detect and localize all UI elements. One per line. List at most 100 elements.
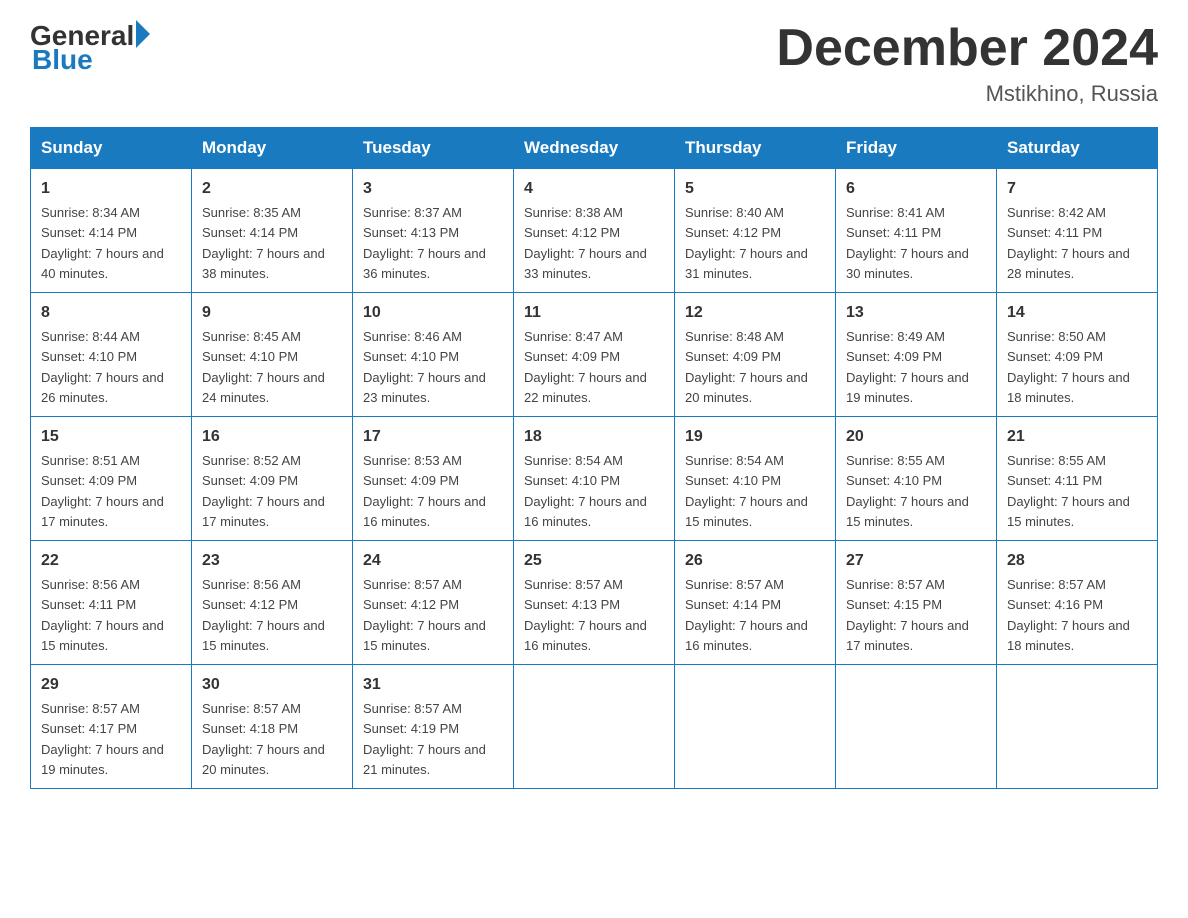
- day-cell: 29 Sunrise: 8:57 AMSunset: 4:17 PMDaylig…: [31, 665, 192, 789]
- week-row-2: 8 Sunrise: 8:44 AMSunset: 4:10 PMDayligh…: [31, 293, 1158, 417]
- day-cell: 5 Sunrise: 8:40 AMSunset: 4:12 PMDayligh…: [675, 169, 836, 293]
- day-cell: 21 Sunrise: 8:55 AMSunset: 4:11 PMDaylig…: [997, 417, 1158, 541]
- day-number: 12: [685, 301, 825, 325]
- weekday-header-monday: Monday: [192, 128, 353, 169]
- day-cell: 26 Sunrise: 8:57 AMSunset: 4:14 PMDaylig…: [675, 541, 836, 665]
- day-info: Sunrise: 8:57 AMSunset: 4:12 PMDaylight:…: [363, 577, 486, 653]
- day-info: Sunrise: 8:35 AMSunset: 4:14 PMDaylight:…: [202, 205, 325, 281]
- week-row-1: 1 Sunrise: 8:34 AMSunset: 4:14 PMDayligh…: [31, 169, 1158, 293]
- month-title: December 2024: [776, 20, 1158, 77]
- day-cell: 8 Sunrise: 8:44 AMSunset: 4:10 PMDayligh…: [31, 293, 192, 417]
- day-cell: 4 Sunrise: 8:38 AMSunset: 4:12 PMDayligh…: [514, 169, 675, 293]
- calendar-table: SundayMondayTuesdayWednesdayThursdayFrid…: [30, 127, 1158, 789]
- logo-arrow-icon: [136, 20, 150, 48]
- day-cell: 15 Sunrise: 8:51 AMSunset: 4:09 PMDaylig…: [31, 417, 192, 541]
- day-cell: 19 Sunrise: 8:54 AMSunset: 4:10 PMDaylig…: [675, 417, 836, 541]
- day-info: Sunrise: 8:45 AMSunset: 4:10 PMDaylight:…: [202, 329, 325, 405]
- logo: General Blue: [30, 20, 150, 76]
- weekday-header-row: SundayMondayTuesdayWednesdayThursdayFrid…: [31, 128, 1158, 169]
- day-number: 11: [524, 301, 664, 325]
- day-info: Sunrise: 8:34 AMSunset: 4:14 PMDaylight:…: [41, 205, 164, 281]
- day-cell: 20 Sunrise: 8:55 AMSunset: 4:10 PMDaylig…: [836, 417, 997, 541]
- day-info: Sunrise: 8:57 AMSunset: 4:17 PMDaylight:…: [41, 701, 164, 777]
- weekday-header-tuesday: Tuesday: [353, 128, 514, 169]
- day-cell: 14 Sunrise: 8:50 AMSunset: 4:09 PMDaylig…: [997, 293, 1158, 417]
- day-number: 29: [41, 673, 181, 697]
- day-cell: 23 Sunrise: 8:56 AMSunset: 4:12 PMDaylig…: [192, 541, 353, 665]
- day-info: Sunrise: 8:57 AMSunset: 4:14 PMDaylight:…: [685, 577, 808, 653]
- day-cell: 11 Sunrise: 8:47 AMSunset: 4:09 PMDaylig…: [514, 293, 675, 417]
- day-info: Sunrise: 8:40 AMSunset: 4:12 PMDaylight:…: [685, 205, 808, 281]
- weekday-header-thursday: Thursday: [675, 128, 836, 169]
- day-cell: 6 Sunrise: 8:41 AMSunset: 4:11 PMDayligh…: [836, 169, 997, 293]
- day-info: Sunrise: 8:54 AMSunset: 4:10 PMDaylight:…: [524, 453, 647, 529]
- day-info: Sunrise: 8:56 AMSunset: 4:11 PMDaylight:…: [41, 577, 164, 653]
- day-cell: 13 Sunrise: 8:49 AMSunset: 4:09 PMDaylig…: [836, 293, 997, 417]
- day-cell: 3 Sunrise: 8:37 AMSunset: 4:13 PMDayligh…: [353, 169, 514, 293]
- day-info: Sunrise: 8:55 AMSunset: 4:10 PMDaylight:…: [846, 453, 969, 529]
- day-cell: 22 Sunrise: 8:56 AMSunset: 4:11 PMDaylig…: [31, 541, 192, 665]
- day-number: 7: [1007, 177, 1147, 201]
- day-info: Sunrise: 8:54 AMSunset: 4:10 PMDaylight:…: [685, 453, 808, 529]
- day-number: 22: [41, 549, 181, 573]
- day-info: Sunrise: 8:57 AMSunset: 4:18 PMDaylight:…: [202, 701, 325, 777]
- day-number: 18: [524, 425, 664, 449]
- day-number: 6: [846, 177, 986, 201]
- day-info: Sunrise: 8:57 AMSunset: 4:19 PMDaylight:…: [363, 701, 486, 777]
- title-block: December 2024 Mstikhino, Russia: [776, 20, 1158, 107]
- day-info: Sunrise: 8:47 AMSunset: 4:09 PMDaylight:…: [524, 329, 647, 405]
- day-info: Sunrise: 8:48 AMSunset: 4:09 PMDaylight:…: [685, 329, 808, 405]
- day-info: Sunrise: 8:56 AMSunset: 4:12 PMDaylight:…: [202, 577, 325, 653]
- day-cell: 30 Sunrise: 8:57 AMSunset: 4:18 PMDaylig…: [192, 665, 353, 789]
- day-number: 4: [524, 177, 664, 201]
- day-number: 15: [41, 425, 181, 449]
- day-number: 27: [846, 549, 986, 573]
- location: Mstikhino, Russia: [776, 81, 1158, 107]
- day-cell: 9 Sunrise: 8:45 AMSunset: 4:10 PMDayligh…: [192, 293, 353, 417]
- day-number: 23: [202, 549, 342, 573]
- day-number: 1: [41, 177, 181, 201]
- week-row-3: 15 Sunrise: 8:51 AMSunset: 4:09 PMDaylig…: [31, 417, 1158, 541]
- weekday-header-wednesday: Wednesday: [514, 128, 675, 169]
- day-number: 5: [685, 177, 825, 201]
- day-info: Sunrise: 8:53 AMSunset: 4:09 PMDaylight:…: [363, 453, 486, 529]
- day-info: Sunrise: 8:38 AMSunset: 4:12 PMDaylight:…: [524, 205, 647, 281]
- day-number: 30: [202, 673, 342, 697]
- day-cell: 18 Sunrise: 8:54 AMSunset: 4:10 PMDaylig…: [514, 417, 675, 541]
- day-number: 21: [1007, 425, 1147, 449]
- day-number: 26: [685, 549, 825, 573]
- day-info: Sunrise: 8:57 AMSunset: 4:16 PMDaylight:…: [1007, 577, 1130, 653]
- day-cell: 10 Sunrise: 8:46 AMSunset: 4:10 PMDaylig…: [353, 293, 514, 417]
- day-cell: [675, 665, 836, 789]
- day-info: Sunrise: 8:55 AMSunset: 4:11 PMDaylight:…: [1007, 453, 1130, 529]
- day-cell: 16 Sunrise: 8:52 AMSunset: 4:09 PMDaylig…: [192, 417, 353, 541]
- day-cell: 12 Sunrise: 8:48 AMSunset: 4:09 PMDaylig…: [675, 293, 836, 417]
- day-cell: [514, 665, 675, 789]
- page-header: General Blue December 2024 Mstikhino, Ru…: [30, 20, 1158, 107]
- day-cell: 2 Sunrise: 8:35 AMSunset: 4:14 PMDayligh…: [192, 169, 353, 293]
- day-number: 8: [41, 301, 181, 325]
- day-info: Sunrise: 8:44 AMSunset: 4:10 PMDaylight:…: [41, 329, 164, 405]
- weekday-header-friday: Friday: [836, 128, 997, 169]
- day-cell: 31 Sunrise: 8:57 AMSunset: 4:19 PMDaylig…: [353, 665, 514, 789]
- day-number: 9: [202, 301, 342, 325]
- day-info: Sunrise: 8:41 AMSunset: 4:11 PMDaylight:…: [846, 205, 969, 281]
- day-cell: 27 Sunrise: 8:57 AMSunset: 4:15 PMDaylig…: [836, 541, 997, 665]
- day-info: Sunrise: 8:57 AMSunset: 4:15 PMDaylight:…: [846, 577, 969, 653]
- week-row-4: 22 Sunrise: 8:56 AMSunset: 4:11 PMDaylig…: [31, 541, 1158, 665]
- day-number: 31: [363, 673, 503, 697]
- day-info: Sunrise: 8:50 AMSunset: 4:09 PMDaylight:…: [1007, 329, 1130, 405]
- weekday-header-saturday: Saturday: [997, 128, 1158, 169]
- day-number: 16: [202, 425, 342, 449]
- day-number: 2: [202, 177, 342, 201]
- day-cell: 7 Sunrise: 8:42 AMSunset: 4:11 PMDayligh…: [997, 169, 1158, 293]
- day-number: 28: [1007, 549, 1147, 573]
- logo-blue-text: Blue: [32, 44, 93, 76]
- week-row-5: 29 Sunrise: 8:57 AMSunset: 4:17 PMDaylig…: [31, 665, 1158, 789]
- day-cell: 17 Sunrise: 8:53 AMSunset: 4:09 PMDaylig…: [353, 417, 514, 541]
- day-info: Sunrise: 8:57 AMSunset: 4:13 PMDaylight:…: [524, 577, 647, 653]
- day-number: 19: [685, 425, 825, 449]
- day-number: 17: [363, 425, 503, 449]
- day-number: 25: [524, 549, 664, 573]
- day-cell: 1 Sunrise: 8:34 AMSunset: 4:14 PMDayligh…: [31, 169, 192, 293]
